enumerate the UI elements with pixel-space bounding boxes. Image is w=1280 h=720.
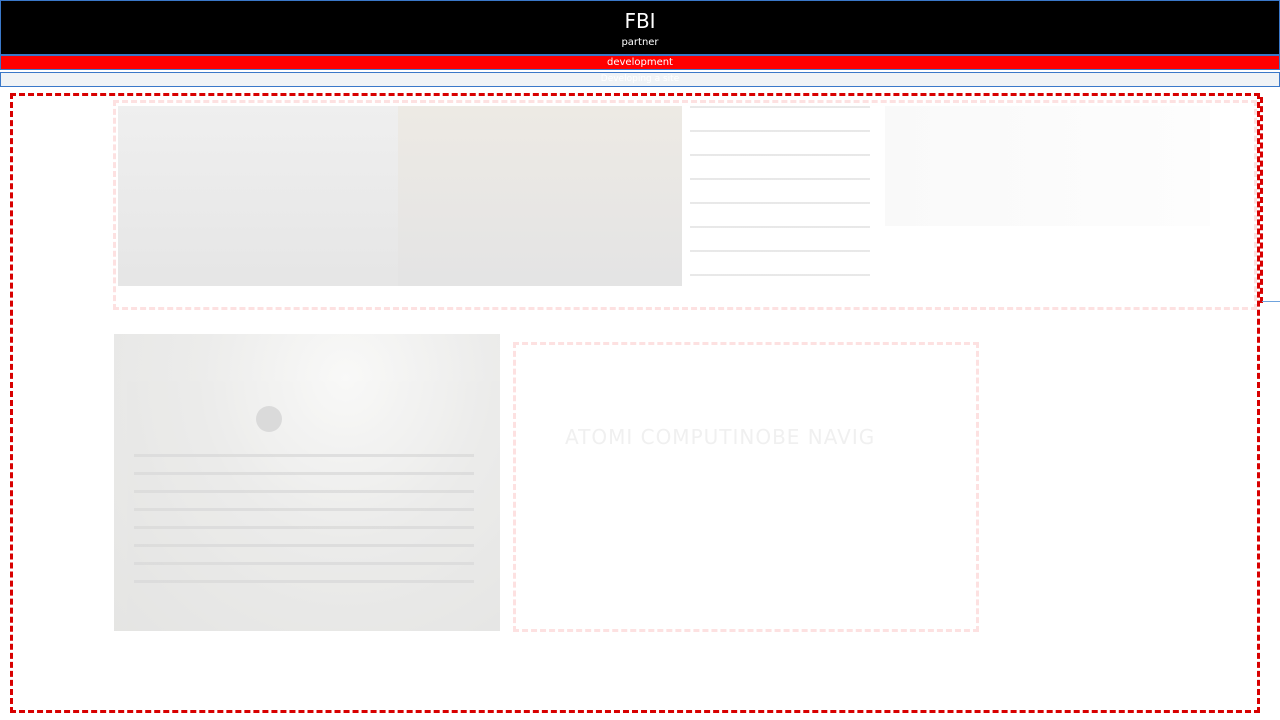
info-bar: Developing a site bbox=[0, 72, 1280, 87]
selection-overlay[interactable] bbox=[10, 93, 1260, 713]
site-subtitle: partner bbox=[621, 37, 659, 48]
site-title: FBI bbox=[624, 9, 656, 33]
divider-line bbox=[1262, 301, 1280, 302]
site-header: FBI partner bbox=[0, 0, 1280, 55]
development-bar: development bbox=[0, 55, 1280, 70]
selection-overlay-notch bbox=[1254, 97, 1263, 303]
